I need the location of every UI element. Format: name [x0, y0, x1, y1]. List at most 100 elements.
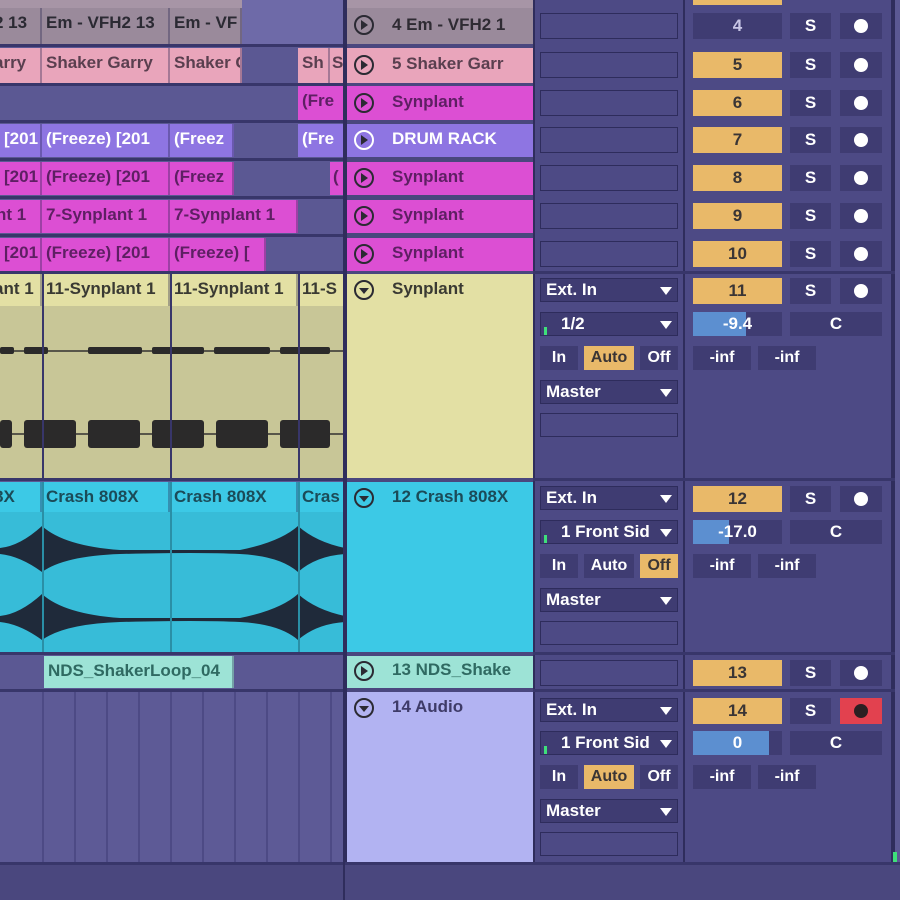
- send-b-knob[interactable]: -inf: [758, 554, 816, 578]
- pan-knob[interactable]: C: [790, 520, 882, 544]
- pan-knob[interactable]: C: [790, 731, 882, 755]
- io-slot[interactable]: [540, 13, 678, 39]
- clip[interactable]: ant 1: [0, 274, 42, 306]
- track-header-11[interactable]: Synplant: [347, 274, 533, 478]
- input-channel-select[interactable]: 1 Front Sid: [540, 731, 678, 755]
- clip[interactable]: (Freeze) [: [170, 238, 266, 271]
- play-circle-icon[interactable]: [354, 130, 374, 150]
- track-activator[interactable]: 9: [693, 203, 782, 229]
- track-header-12[interactable]: 12 Crash 808X: [347, 482, 533, 652]
- clip[interactable]: Shaker Garry: [42, 48, 170, 83]
- volume-slider[interactable]: -17.0: [693, 520, 782, 544]
- clip[interactable]: (Fre: [298, 124, 345, 157]
- arm-button[interactable]: [840, 698, 882, 724]
- clip[interactable]: [201: [0, 162, 42, 195]
- track-activator[interactable]: 13: [693, 660, 782, 686]
- arm-button[interactable]: [840, 165, 882, 191]
- send-a-knob[interactable]: -inf: [693, 554, 751, 578]
- output-select[interactable]: Master: [540, 588, 678, 612]
- io-slot[interactable]: [540, 52, 678, 78]
- arm-button[interactable]: [840, 486, 882, 512]
- io-slot[interactable]: [540, 127, 678, 153]
- io-slot[interactable]: [540, 203, 678, 229]
- arm-button[interactable]: [840, 127, 882, 153]
- pan-knob[interactable]: C: [790, 312, 882, 336]
- clip[interactable]: (Freeze) [201: [42, 162, 170, 195]
- monitor-off-button[interactable]: Off: [640, 765, 678, 789]
- monitor-auto-button[interactable]: Auto: [584, 765, 634, 789]
- play-circle-icon[interactable]: [354, 15, 374, 35]
- send-a-knob[interactable]: -inf: [693, 765, 751, 789]
- track-activator[interactable]: 8: [693, 165, 782, 191]
- clip[interactable]: 8X: [0, 482, 42, 512]
- send-b-knob[interactable]: -inf: [758, 765, 816, 789]
- clip[interactable]: nt 1: [0, 200, 42, 233]
- solo-button[interactable]: S: [790, 203, 831, 229]
- track-header-4[interactable]: 4 Em - VFH2 1: [347, 8, 533, 44]
- clip[interactable]: Crash 808X: [170, 482, 298, 512]
- solo-button[interactable]: S: [790, 241, 831, 267]
- fold-arrow-icon[interactable]: [354, 698, 374, 718]
- arm-button[interactable]: [840, 13, 882, 39]
- solo-button[interactable]: S: [790, 127, 831, 153]
- solo-button[interactable]: S: [790, 278, 831, 304]
- io-slot[interactable]: [540, 90, 678, 116]
- play-circle-icon[interactable]: [354, 168, 374, 188]
- send-b-knob[interactable]: -inf: [758, 346, 816, 370]
- track-activator[interactable]: 14: [693, 698, 782, 724]
- output-select[interactable]: Master: [540, 799, 678, 823]
- track-activator[interactable]: 12: [693, 486, 782, 512]
- clip[interactable]: (Freez: [170, 124, 234, 157]
- solo-button[interactable]: S: [790, 90, 831, 116]
- input-type-select[interactable]: Ext. In: [540, 278, 678, 302]
- track-activator[interactable]: 6: [693, 90, 782, 116]
- volume-slider[interactable]: 0: [693, 731, 782, 755]
- clip[interactable]: Shaker G: [170, 48, 242, 83]
- track-header-6[interactable]: Synplant: [347, 86, 533, 120]
- arm-button[interactable]: [840, 52, 882, 78]
- clip[interactable]: 7-Synplant 1: [42, 200, 170, 233]
- clip[interactable]: (Fre: [298, 86, 345, 120]
- clip[interactable]: (Freez: [170, 162, 234, 195]
- solo-button[interactable]: S: [790, 52, 831, 78]
- clip[interactable]: [201: [0, 124, 42, 157]
- clip[interactable]: 7-Synplant 1: [170, 200, 298, 233]
- track-header-10[interactable]: Synplant: [347, 238, 533, 271]
- play-circle-icon[interactable]: [354, 93, 374, 113]
- arm-button[interactable]: [840, 90, 882, 116]
- clip[interactable]: Cras: [298, 482, 345, 512]
- track-activator[interactable]: 4: [693, 13, 782, 39]
- clip[interactable]: 11-Synplant 1: [42, 274, 170, 306]
- clip[interactable]: (Freeze) [201: [42, 124, 170, 157]
- send-a-knob[interactable]: -inf: [693, 346, 751, 370]
- clip[interactable]: Em - VF: [170, 8, 242, 44]
- clip[interactable]: Sh: [298, 48, 330, 83]
- track-header-14[interactable]: 14 Audio: [347, 692, 533, 862]
- output-channel-select[interactable]: [540, 832, 678, 856]
- clip[interactable]: 11-Synplant 1: [170, 274, 298, 306]
- fold-arrow-icon[interactable]: [354, 280, 374, 300]
- fold-arrow-icon[interactable]: [354, 488, 374, 508]
- play-circle-icon[interactable]: [354, 206, 374, 226]
- play-circle-icon[interactable]: [354, 244, 374, 264]
- solo-button[interactable]: S: [790, 486, 831, 512]
- monitor-off-button[interactable]: Off: [640, 346, 678, 370]
- track-header-9[interactable]: Synplant: [347, 200, 533, 233]
- clip[interactable]: [201: [0, 238, 42, 271]
- io-slot[interactable]: [540, 241, 678, 267]
- volume-slider[interactable]: -9.4: [693, 312, 782, 336]
- monitor-in-button[interactable]: In: [540, 346, 578, 370]
- arm-button[interactable]: [840, 278, 882, 304]
- monitor-auto-button[interactable]: Auto: [584, 346, 634, 370]
- play-circle-icon[interactable]: [354, 55, 374, 75]
- clip[interactable]: arry: [0, 48, 42, 83]
- track-header-7[interactable]: DRUM RACK: [347, 124, 533, 157]
- arm-button[interactable]: [840, 660, 882, 686]
- monitor-off-button[interactable]: Off: [640, 554, 678, 578]
- monitor-in-button[interactable]: In: [540, 554, 578, 578]
- track-activator[interactable]: 7: [693, 127, 782, 153]
- track-activator[interactable]: 11: [693, 278, 782, 304]
- clip[interactable]: (Freeze) [201: [42, 238, 170, 271]
- solo-button[interactable]: S: [790, 13, 831, 39]
- arm-button[interactable]: [840, 241, 882, 267]
